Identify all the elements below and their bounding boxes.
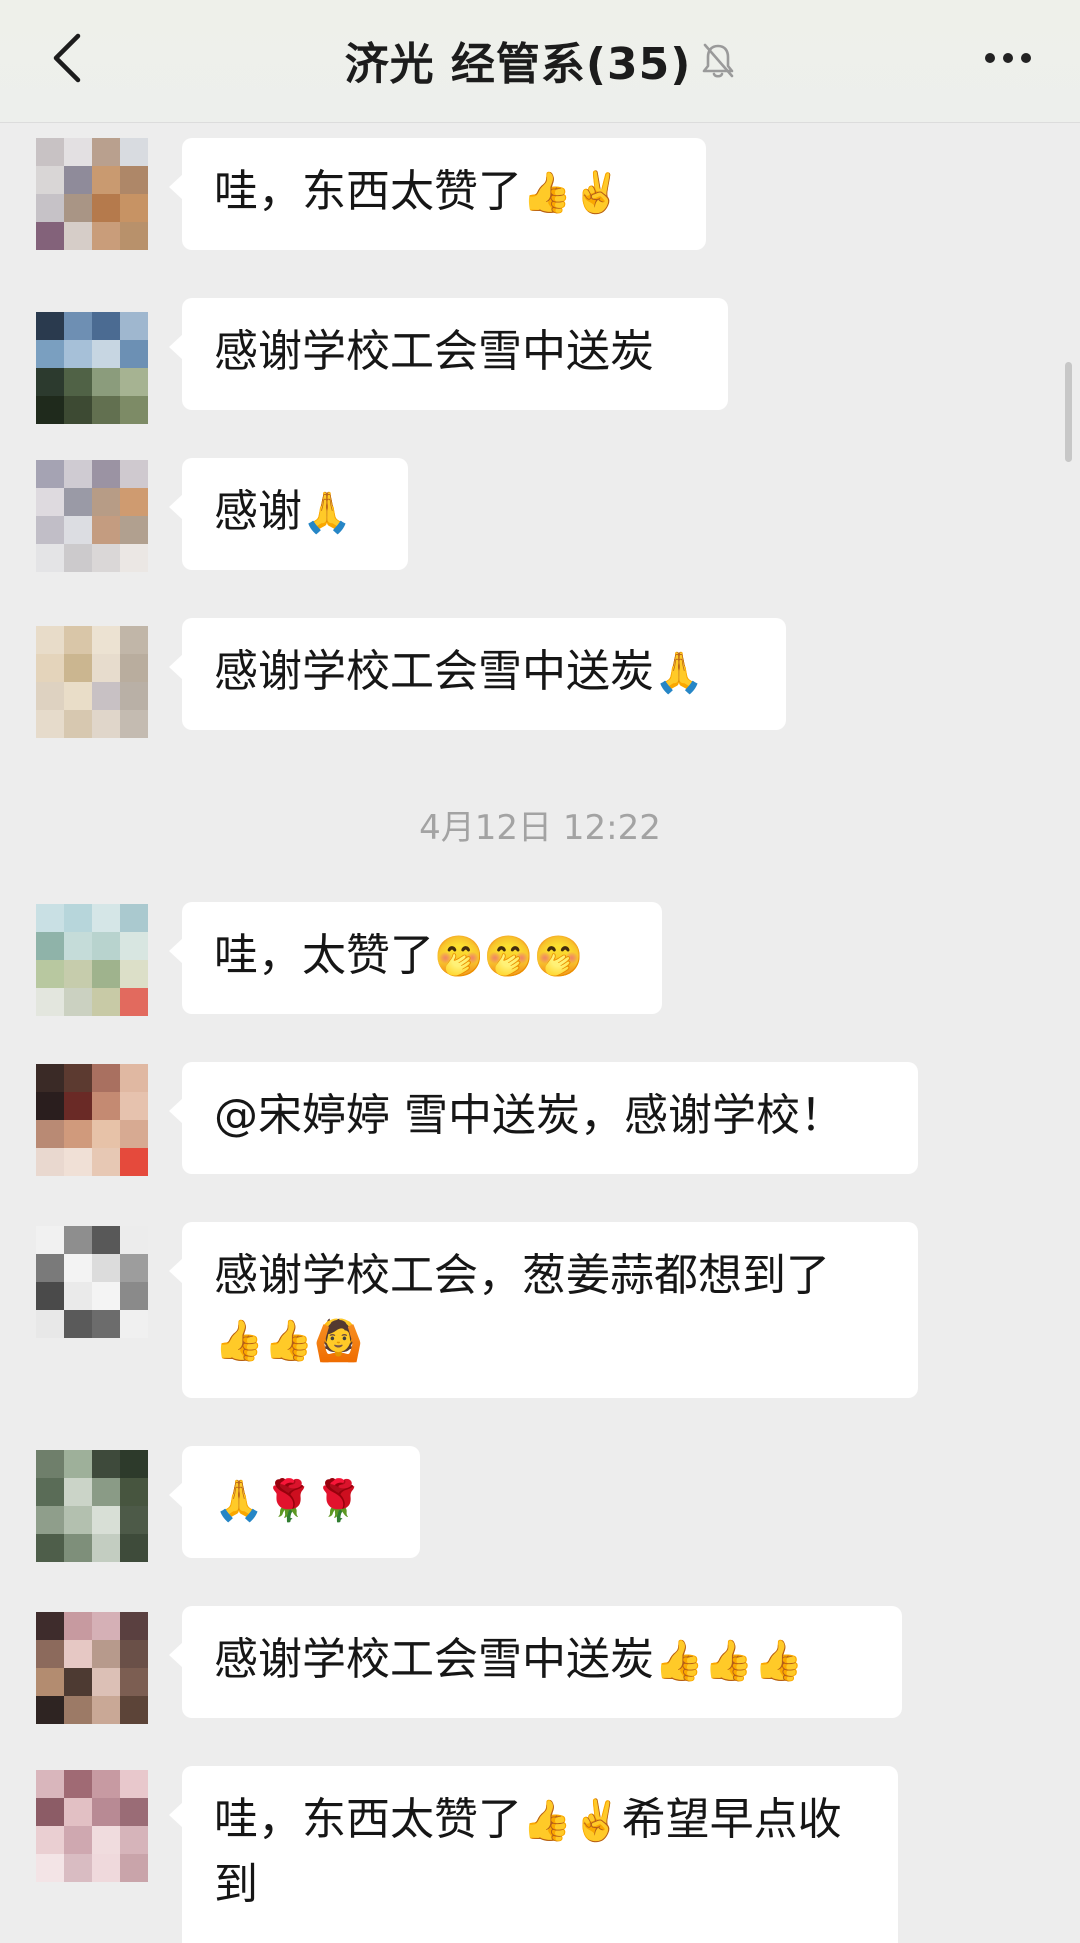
message-text: 感谢学校工会雪中送炭 (214, 326, 654, 377)
message-bubble[interactable]: 哇，太赞了🤭🤭🤭 (169, 902, 662, 1014)
emoji: 👍✌️ (522, 1798, 622, 1844)
emoji: 👍👍👍 (654, 1638, 804, 1684)
ellipsis-dot (1021, 53, 1031, 63)
avatar[interactable] (36, 1064, 148, 1176)
emoji: 👍✌️ (522, 170, 622, 216)
chat-title[interactable]: 济光 经管系(35) (345, 28, 692, 92)
message-bubble[interactable]: 哇，东西太赞了👍✌️希望早点收到 (169, 1766, 898, 1943)
emoji: 👍👍🙆 (214, 1318, 364, 1364)
emoji: 🙏 (302, 490, 352, 536)
message-bubble[interactable]: 感谢学校工会雪中送炭👍👍👍 (169, 1606, 902, 1718)
message-bubble[interactable]: 感谢🙏 (169, 458, 408, 570)
message-text: 哇，太赞了 (214, 930, 434, 981)
avatar[interactable] (36, 626, 148, 738)
avatar[interactable] (36, 1770, 148, 1882)
avatar[interactable] (36, 1612, 148, 1724)
avatar[interactable] (36, 1450, 148, 1562)
message-text: 感谢学校工会，葱姜蒜都想到了 (214, 1250, 830, 1301)
title-wrap: 济光 经管系(35) (0, 28, 1080, 92)
message-bubble[interactable]: 感谢学校工会雪中送炭 (169, 298, 728, 410)
message-bubble[interactable]: 感谢学校工会雪中送炭🙏 (169, 618, 786, 730)
message-text: 感谢学校工会雪中送炭 (214, 646, 654, 697)
avatar[interactable] (36, 1226, 148, 1338)
scroll-indicator[interactable] (1065, 362, 1072, 462)
message-text: 感谢学校工会雪中送炭 (214, 1634, 654, 1685)
emoji: 🤭🤭🤭 (434, 934, 584, 980)
message-text: 哇，东西太赞了 (214, 166, 522, 217)
message-bubble[interactable]: @宋婷婷 雪中送炭，感谢学校！ (169, 1062, 918, 1174)
ellipsis-dot (1003, 53, 1013, 63)
message-text: 哇，东西太赞了 (214, 1794, 522, 1845)
avatar[interactable] (36, 904, 148, 1016)
emoji: 🙏🌹🌹 (214, 1478, 364, 1524)
avatar[interactable] (36, 312, 148, 424)
more-button[interactable] (972, 30, 1044, 86)
timestamp: 4月12日 12:22 (419, 808, 661, 848)
message-bubble[interactable]: 哇，东西太赞了👍✌️ (169, 138, 706, 250)
emoji: 🙏 (654, 650, 704, 696)
message-text: 感谢 (214, 486, 302, 537)
message-bubble[interactable]: 感谢学校工会，葱姜蒜都想到了 👍👍🙆 (169, 1222, 918, 1398)
chat-screen: 济光 经管系(35) 哇，东西太赞了👍✌️ 感谢学校工会雪中送炭 感谢🙏 感谢学… (0, 0, 1080, 1943)
chat-header: 济光 经管系(35) (0, 0, 1080, 123)
message-bubble[interactable]: 🙏🌹🌹 (169, 1446, 420, 1558)
ellipsis-icon (985, 53, 995, 63)
avatar[interactable] (36, 138, 148, 250)
message-text: @宋婷婷 雪中送炭，感谢学校！ (214, 1090, 844, 1141)
avatar[interactable] (36, 460, 148, 572)
bell-off-icon (701, 41, 735, 79)
